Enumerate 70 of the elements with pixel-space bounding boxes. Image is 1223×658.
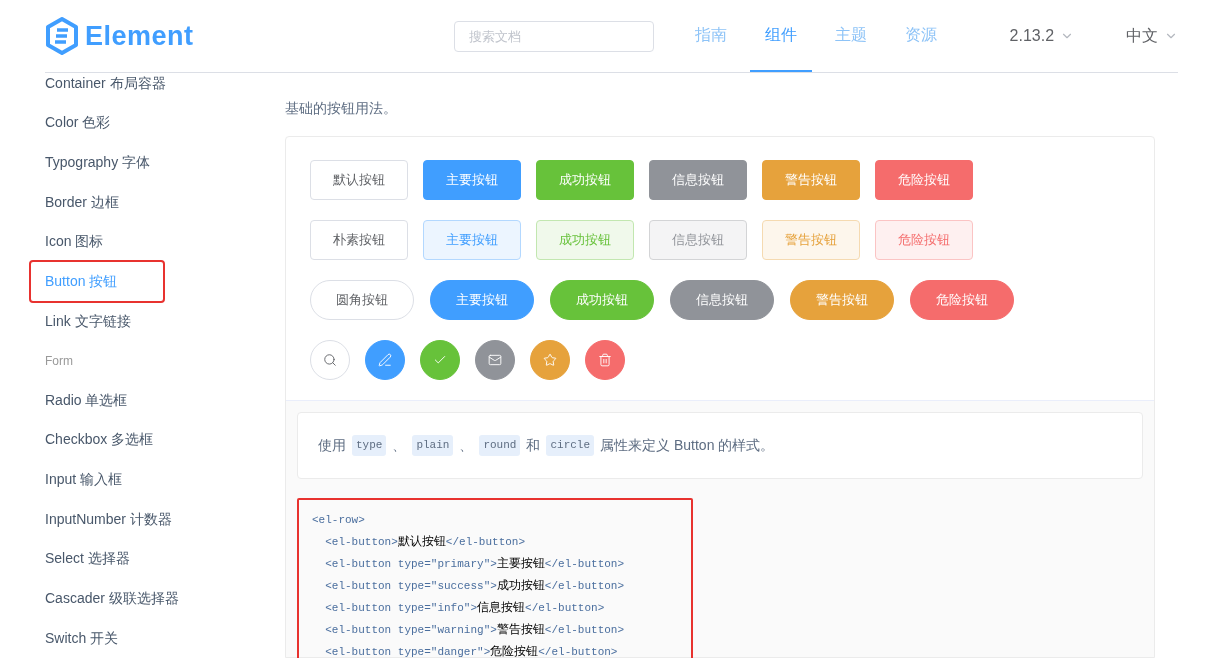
description-text: 属性来定义 Button 的样式。 xyxy=(600,436,775,455)
circle-button[interactable] xyxy=(420,340,460,380)
demo-button[interactable]: 朴素按钮 xyxy=(310,220,408,260)
sidebar-group-title: Form xyxy=(44,352,74,370)
language-dropdown[interactable]: 中文 xyxy=(1126,24,1179,48)
demo-button[interactable]: 主要按钮 xyxy=(423,160,521,200)
code-line: <el-button type="primary">主要按钮</el-button> xyxy=(324,555,625,572)
demo-button[interactable]: 危险按钮 xyxy=(910,280,1014,320)
sidebar-item[interactable]: Container 布局容器 xyxy=(31,73,170,93)
inline-code: plain xyxy=(412,435,454,456)
sidebar-item[interactable]: Select 选择器 xyxy=(31,539,134,579)
demo-button[interactable]: 危险按钮 xyxy=(875,160,973,200)
demo-button[interactable]: 警告按钮 xyxy=(790,280,894,320)
description-text: 、 xyxy=(459,436,474,455)
demo-button[interactable]: 信息按钮 xyxy=(649,160,747,200)
sidebar-item[interactable]: InputNumber 计数器 xyxy=(31,499,176,540)
demo-button[interactable]: 危险按钮 xyxy=(875,220,973,260)
code-line: <el-button>默认按钮</el-button> xyxy=(324,533,526,550)
nav-tab[interactable]: 资源 xyxy=(889,0,952,72)
circle-button[interactable] xyxy=(585,340,625,380)
sidebar-item[interactable]: Cascader 级联选择器 xyxy=(31,578,183,619)
code-line: <el-button type="danger">危险按钮</el-button> xyxy=(324,643,618,658)
demo-button[interactable]: 成功按钮 xyxy=(536,160,634,200)
version-dropdown[interactable]: 2.13.2 xyxy=(1009,24,1075,48)
nav-tab[interactable]: 指南 xyxy=(679,0,742,72)
sidebar-item[interactable]: Radio 单选框 xyxy=(31,380,132,421)
demo-button[interactable]: 默认按钮 xyxy=(310,160,408,200)
sidebar-item[interactable]: Link 文字链接 xyxy=(31,301,135,341)
nav-tab[interactable]: 主题 xyxy=(819,0,882,72)
sidebar-item[interactable]: Checkbox 多选框 xyxy=(31,420,158,460)
description-text: 、 xyxy=(392,436,407,455)
sidebar-item[interactable]: Switch 开关 xyxy=(31,618,123,658)
demo-button[interactable]: 主要按钮 xyxy=(423,220,521,260)
intro-text: 基础的按钮用法。 xyxy=(285,99,398,118)
envelope-icon xyxy=(488,353,502,367)
trash-icon xyxy=(598,353,612,367)
demo-button[interactable]: 警告按钮 xyxy=(762,160,860,200)
logo-text: Element xyxy=(85,19,194,53)
demo-button[interactable]: 警告按钮 xyxy=(762,220,860,260)
logo-icon xyxy=(45,17,79,55)
check-icon xyxy=(433,353,447,367)
search-icon xyxy=(323,353,337,367)
circle-button[interactable] xyxy=(475,340,515,380)
sidebar-item[interactable]: Border 边框 xyxy=(31,182,123,222)
description-text: 和 xyxy=(526,436,541,455)
code-line: <el-button type="info">信息按钮</el-button> xyxy=(324,599,605,616)
demo-button[interactable]: 成功按钮 xyxy=(536,220,634,260)
circle-button[interactable] xyxy=(365,340,405,380)
sidebar-item[interactable]: Color 色彩 xyxy=(31,103,115,143)
search-field[interactable]: 搜索文档 xyxy=(453,20,654,52)
code-line: <el-button type="success">成功按钮</el-button> xyxy=(324,577,625,594)
sidebar-item[interactable]: Icon 图标 xyxy=(31,221,108,262)
demo-button[interactable]: 圆角按钮 xyxy=(310,280,414,320)
sidebar-item[interactable]: Typography 字体 xyxy=(31,142,155,183)
code-line: <el-row> xyxy=(312,513,365,528)
demo-button[interactable]: 信息按钮 xyxy=(670,280,774,320)
inline-code: type xyxy=(352,435,387,456)
star-icon xyxy=(543,353,557,367)
sidebar-item[interactable]: Button 按钮 xyxy=(31,261,163,302)
sidebar-item[interactable]: Input 输入框 xyxy=(31,459,127,500)
code-line: <el-button type="warning">警告按钮</el-button> xyxy=(324,621,625,638)
circle-button[interactable] xyxy=(530,340,570,380)
inline-code: circle xyxy=(546,435,595,456)
description-text: 使用 xyxy=(318,436,346,455)
pen-icon xyxy=(378,353,392,367)
demo-button[interactable]: 主要按钮 xyxy=(430,280,534,320)
demo-button[interactable]: 成功按钮 xyxy=(550,280,654,320)
nav-tab[interactable]: 组件 xyxy=(749,0,812,72)
inline-code: round xyxy=(479,435,521,456)
demo-button[interactable]: 信息按钮 xyxy=(649,220,747,260)
